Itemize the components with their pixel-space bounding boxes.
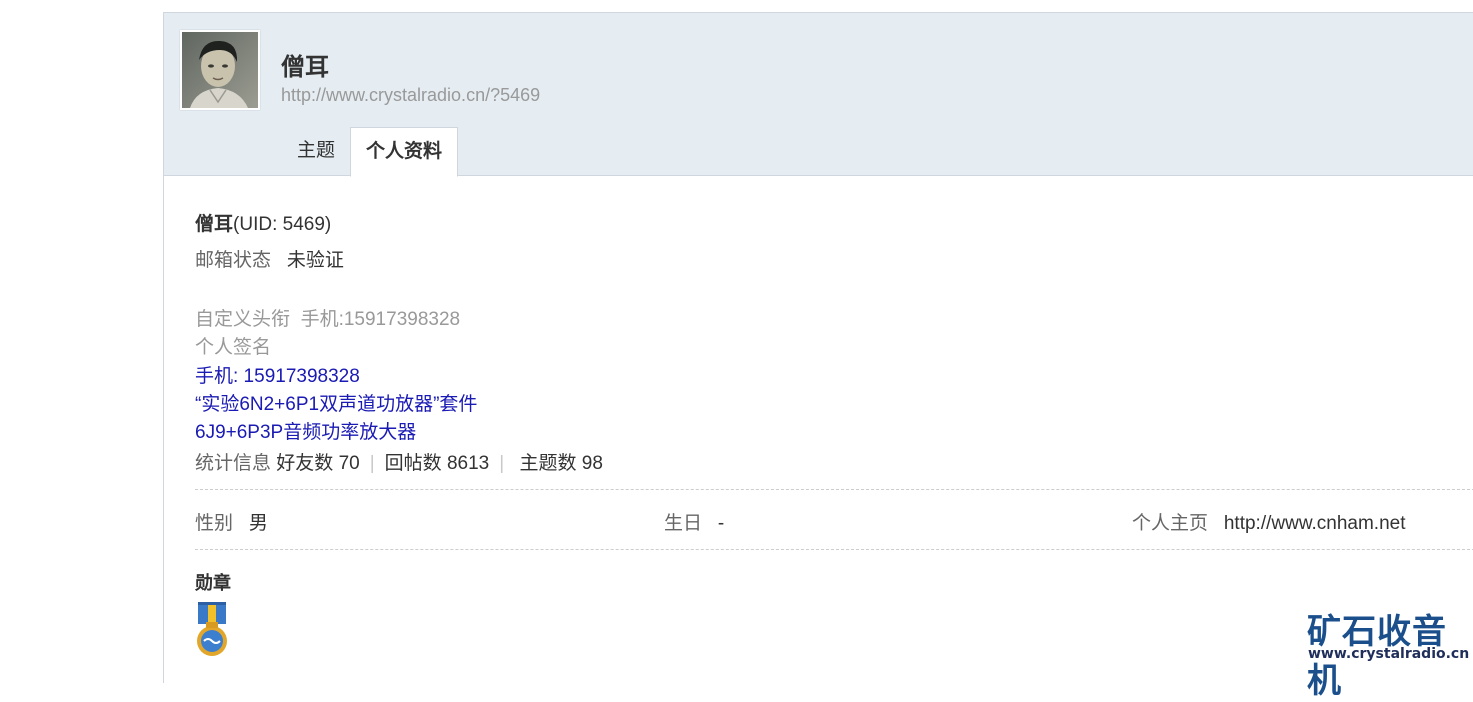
email-status-value: 未验证 [286,250,344,271]
custom-title-label: 自定义头衔 [195,309,291,330]
user-uid: (UID: 5469) [233,214,332,235]
stat-topics[interactable]: 主题数 98 [519,453,602,474]
birthday-label: 生日 [664,513,703,534]
divider: | [369,453,375,474]
profile-header: 僧耳 http://www.crystalradio.cn/?5469 主题 个… [164,13,1473,177]
divider: | [499,453,505,474]
stat-friends[interactable]: 好友数 70 [276,453,359,474]
site-logo[interactable]: 矿石收音机 www.crystalradio.cn [1304,604,1472,701]
email-status-row: 邮箱状态 未验证 [195,245,344,272]
signature-label: 个人签名 [195,337,272,358]
gender-row: 性别 男 [195,508,268,535]
gender-label: 性别 [195,513,234,534]
profile-tabs: 主题 个人资料 [282,127,459,177]
homepage-label: 个人主页 [1132,513,1209,534]
medal-icon[interactable] [195,602,229,658]
signature-line-1: 手机: 15917398328 [195,366,360,387]
stat-replies[interactable]: 回帖数 8613 [385,453,490,474]
user-name: 僧耳 [195,214,234,235]
gender-value: 男 [248,513,268,534]
stats-label: 统计信息 [195,453,272,474]
signature-line-3: 6J9+6P3P音频功率放大器 [195,422,417,443]
profile-name: 僧耳 [281,54,329,81]
avatar-photo [182,32,258,108]
tab-topics[interactable]: 主题 [282,127,350,175]
profile-url[interactable]: http://www.crystalradio.cn/?5469 [281,85,540,106]
homepage-row: 个人主页 http://www.cnham.net [1132,508,1406,535]
birthday-row: 生日 - [664,508,724,535]
homepage-link[interactable]: http://www.cnham.net [1224,513,1406,534]
tab-profile[interactable]: 个人资料 [350,127,459,177]
divider [195,549,1473,550]
avatar[interactable] [180,30,260,110]
profile-panel: 僧耳 http://www.crystalradio.cn/?5469 主题 个… [163,12,1473,701]
custom-title-row: 自定义头衔 手机:15917398328 [195,304,460,331]
stats-row: 统计信息 好友数 70 | 回帖数 8613 | 主题数 98 [195,448,603,475]
user-heading: 僧耳(UID: 5469) [195,209,331,236]
divider [195,489,1473,490]
custom-title-value: 手机:15917398328 [300,309,461,330]
logo-url: www.crystalradio.cn [1308,646,1470,662]
signature-line-2: “实验6N2+6P1双声道功放器”套件 [195,394,478,415]
birthday-value: - [717,513,725,534]
email-status-label: 邮箱状态 [195,250,272,271]
medals-label: 勋章 [195,573,231,593]
